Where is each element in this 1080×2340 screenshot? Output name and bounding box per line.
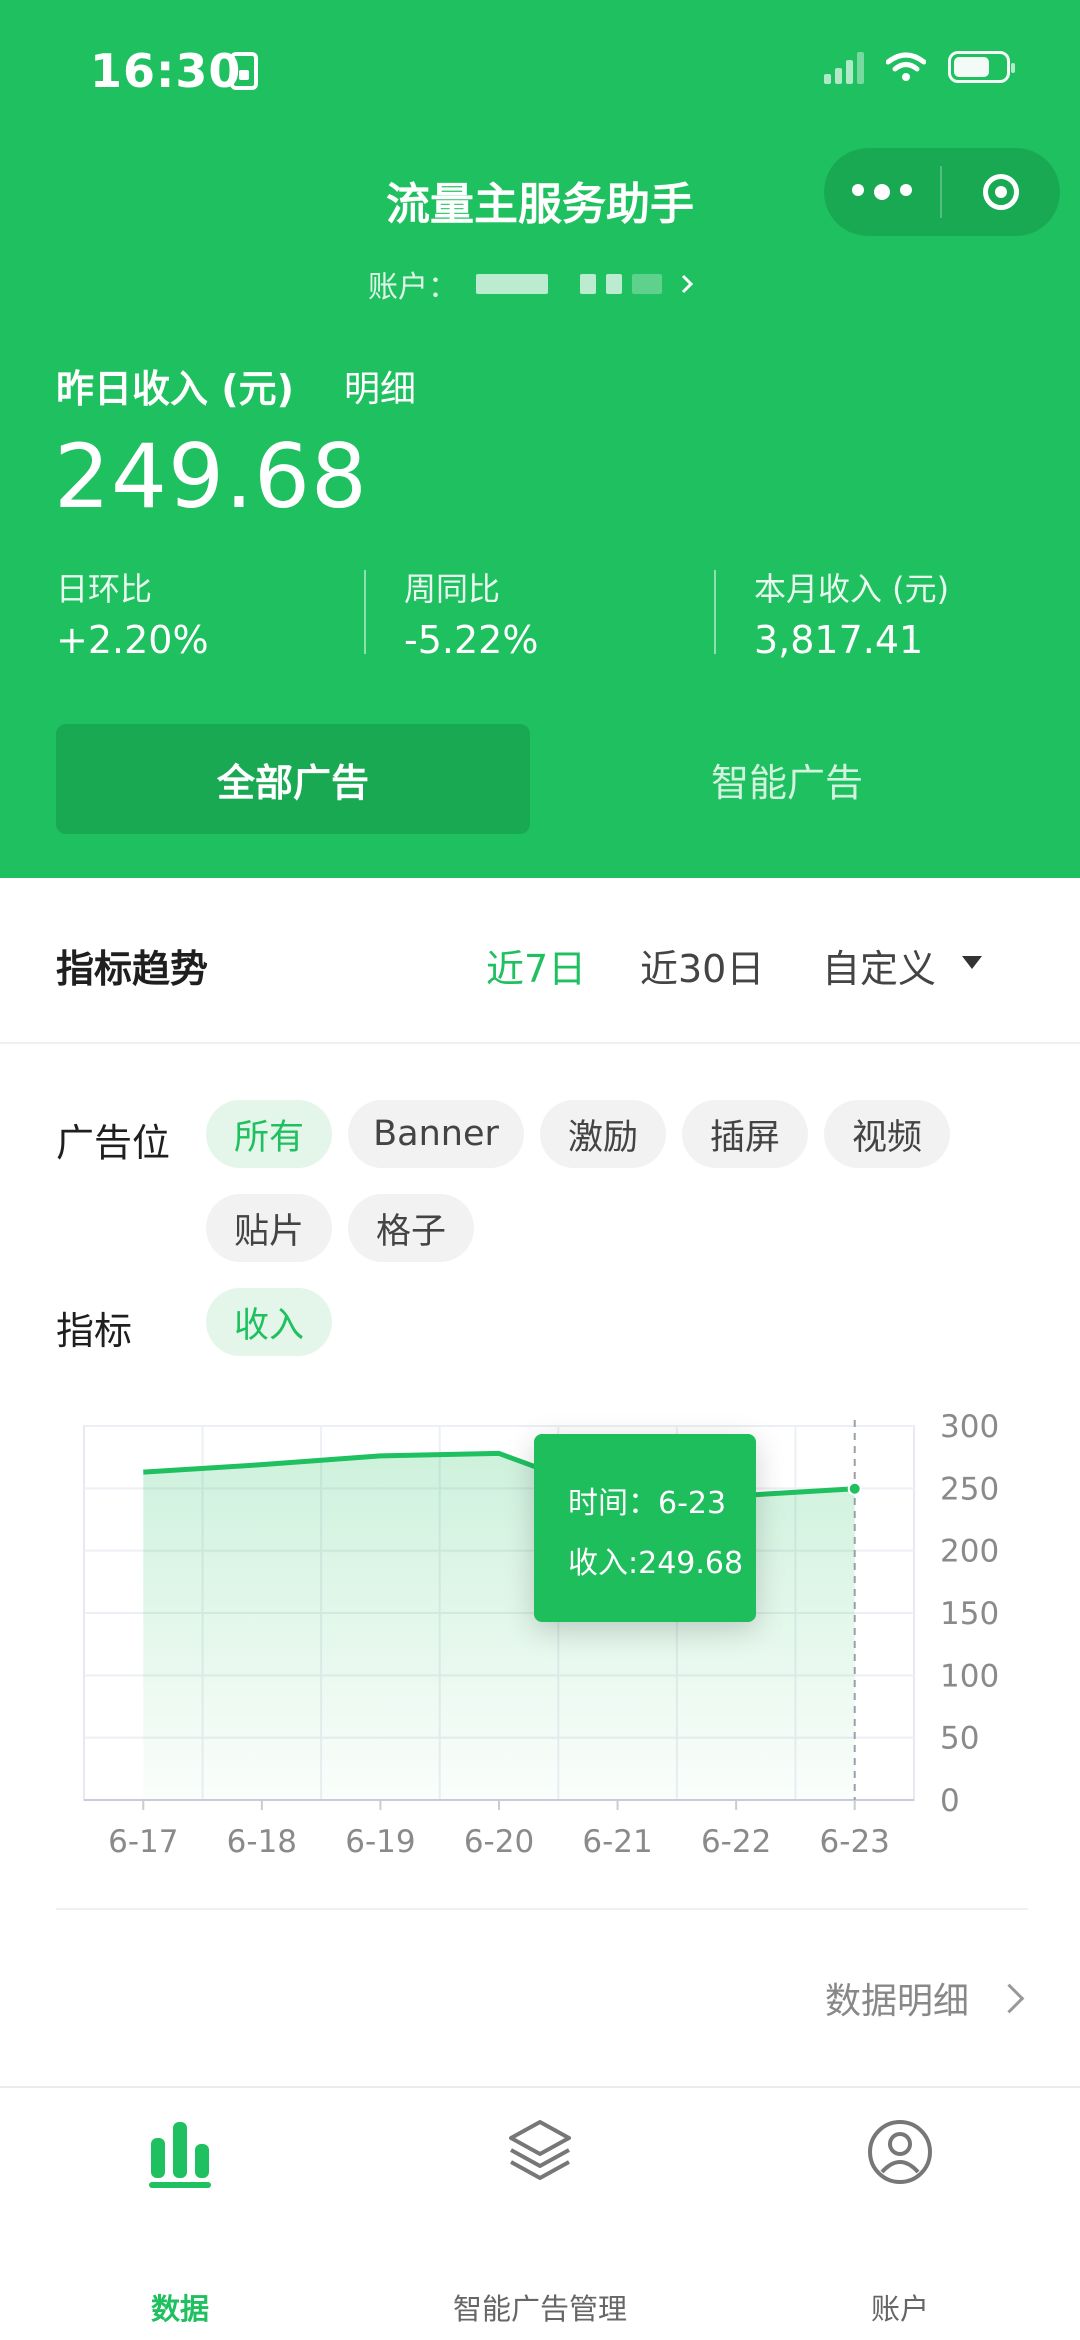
x-tick-label: 6-18 <box>227 1824 297 1860</box>
data-detail-label: 数据明细 <box>824 1981 969 2022</box>
chevron-right-icon <box>681 274 694 294</box>
y-tick-label: 200 <box>940 1534 999 1570</box>
x-tick-label: 6-19 <box>345 1824 415 1860</box>
cellular-signal-icon <box>824 50 864 84</box>
week-over-week-value: -5.22% <box>404 618 539 662</box>
battery-icon <box>948 51 1015 83</box>
day-over-day-value: +2.20% <box>56 618 209 662</box>
tooltip-time-value: 6-23 <box>658 1486 727 1521</box>
tooltip-income-value: 249.68 <box>638 1546 744 1581</box>
x-tick-label: 6-21 <box>582 1824 652 1860</box>
tab-smart-ads[interactable]: 智能广告 <box>550 724 1024 834</box>
chip-slot-grid[interactable]: 格子 <box>348 1194 474 1262</box>
layers-icon <box>509 2120 571 2180</box>
stat-divider <box>364 570 366 654</box>
range-custom[interactable]: 自定义 <box>822 938 936 993</box>
tooltip-time-row: 时间：6-23 <box>568 1478 726 1522</box>
account-id-masked <box>476 274 662 294</box>
sim-card-icon <box>230 52 258 90</box>
day-over-day-label: 日环比 <box>56 570 153 608</box>
tab-smart-ad-management-label: 智能广告管理 <box>452 2292 627 2326</box>
bar-chart-icon <box>149 2122 211 2188</box>
y-tick-label: 0 <box>940 1783 960 1819</box>
tab-account-label: 账户 <box>870 2292 929 2326</box>
ad-slot-label: 广告位 <box>56 1121 171 1165</box>
week-over-week-label: 周同比 <box>404 570 501 608</box>
close-mini-program-icon[interactable] <box>942 174 1060 210</box>
wifi-icon <box>886 52 926 81</box>
chip-metric-income[interactable]: 收入 <box>206 1288 332 1356</box>
account-selector[interactable]: 账户： <box>368 262 694 306</box>
header: 16:30 流量主服务助手 账户： 昨日收入 (元) 明细 249.68 日环比… <box>0 0 1080 878</box>
bottom-tab-bar: 数据 智能广告管理 账户 <box>0 2086 1080 2340</box>
y-tick-label: 100 <box>940 1658 999 1694</box>
trend-title: 指标趋势 <box>56 947 209 991</box>
more-icon[interactable] <box>824 184 940 200</box>
tooltip-income-row: 收入:249.68 <box>568 1538 743 1582</box>
chip-slot-rewarded[interactable]: 激励 <box>540 1100 666 1168</box>
account-label: 账户： <box>368 270 458 305</box>
y-tick-label: 250 <box>940 1471 999 1507</box>
chart-tooltip: 时间：6-23 收入:249.68 <box>534 1434 756 1622</box>
data-point <box>847 1481 862 1496</box>
chip-slot-preroll[interactable]: 贴片 <box>206 1194 332 1262</box>
yesterday-income-value: 249.68 <box>54 425 368 528</box>
range-30-days[interactable]: 近30日 <box>640 938 764 993</box>
chevron-right-icon <box>994 1983 1025 2013</box>
tooltip-time-label: 时间： <box>568 1486 658 1521</box>
y-tick-label: 50 <box>940 1721 979 1757</box>
income-detail-link[interactable]: 明细 <box>344 360 416 412</box>
chip-slot-video[interactable]: 视频 <box>824 1100 950 1168</box>
tab-all-ads[interactable]: 全部广告 <box>56 724 530 834</box>
tab-smart-ad-management[interactable]: 智能广告管理 <box>360 2114 720 2326</box>
month-income-label: 本月收入 (元) <box>754 570 950 608</box>
tab-data-label: 数据 <box>150 2292 209 2326</box>
stat-divider <box>714 570 716 654</box>
metric-label: 指标 <box>56 1309 133 1353</box>
mini-program-capsule <box>824 148 1060 236</box>
x-tick-label: 6-23 <box>820 1824 890 1860</box>
dropdown-arrow-icon[interactable] <box>962 956 982 969</box>
y-tick-label: 150 <box>940 1596 999 1632</box>
range-7-days[interactable]: 近7日 <box>486 938 586 993</box>
month-income-value: 3,817.41 <box>754 618 924 662</box>
chip-slot-banner[interactable]: Banner <box>348 1100 524 1168</box>
tooltip-income-label: 收入: <box>568 1546 639 1581</box>
data-detail-link[interactable]: 数据明细 <box>824 1972 1025 2024</box>
x-tick-label: 6-22 <box>701 1824 771 1860</box>
x-tick-label: 6-20 <box>464 1824 534 1860</box>
tab-data[interactable]: 数据 <box>0 2114 360 2326</box>
x-tick-label: 6-17 <box>108 1824 178 1860</box>
status-time: 16:30 <box>90 44 242 98</box>
y-tick-label: 300 <box>940 1409 999 1445</box>
user-icon <box>868 2120 932 2184</box>
divider <box>0 1042 1080 1044</box>
chip-slot-interstitial[interactable]: 插屏 <box>682 1100 808 1168</box>
divider <box>56 1908 1028 1910</box>
tab-account[interactable]: 账户 <box>720 2114 1080 2326</box>
status-icons <box>824 50 1015 84</box>
chip-slot-all[interactable]: 所有 <box>206 1100 332 1168</box>
yesterday-income-label: 昨日收入 (元) <box>56 367 294 411</box>
